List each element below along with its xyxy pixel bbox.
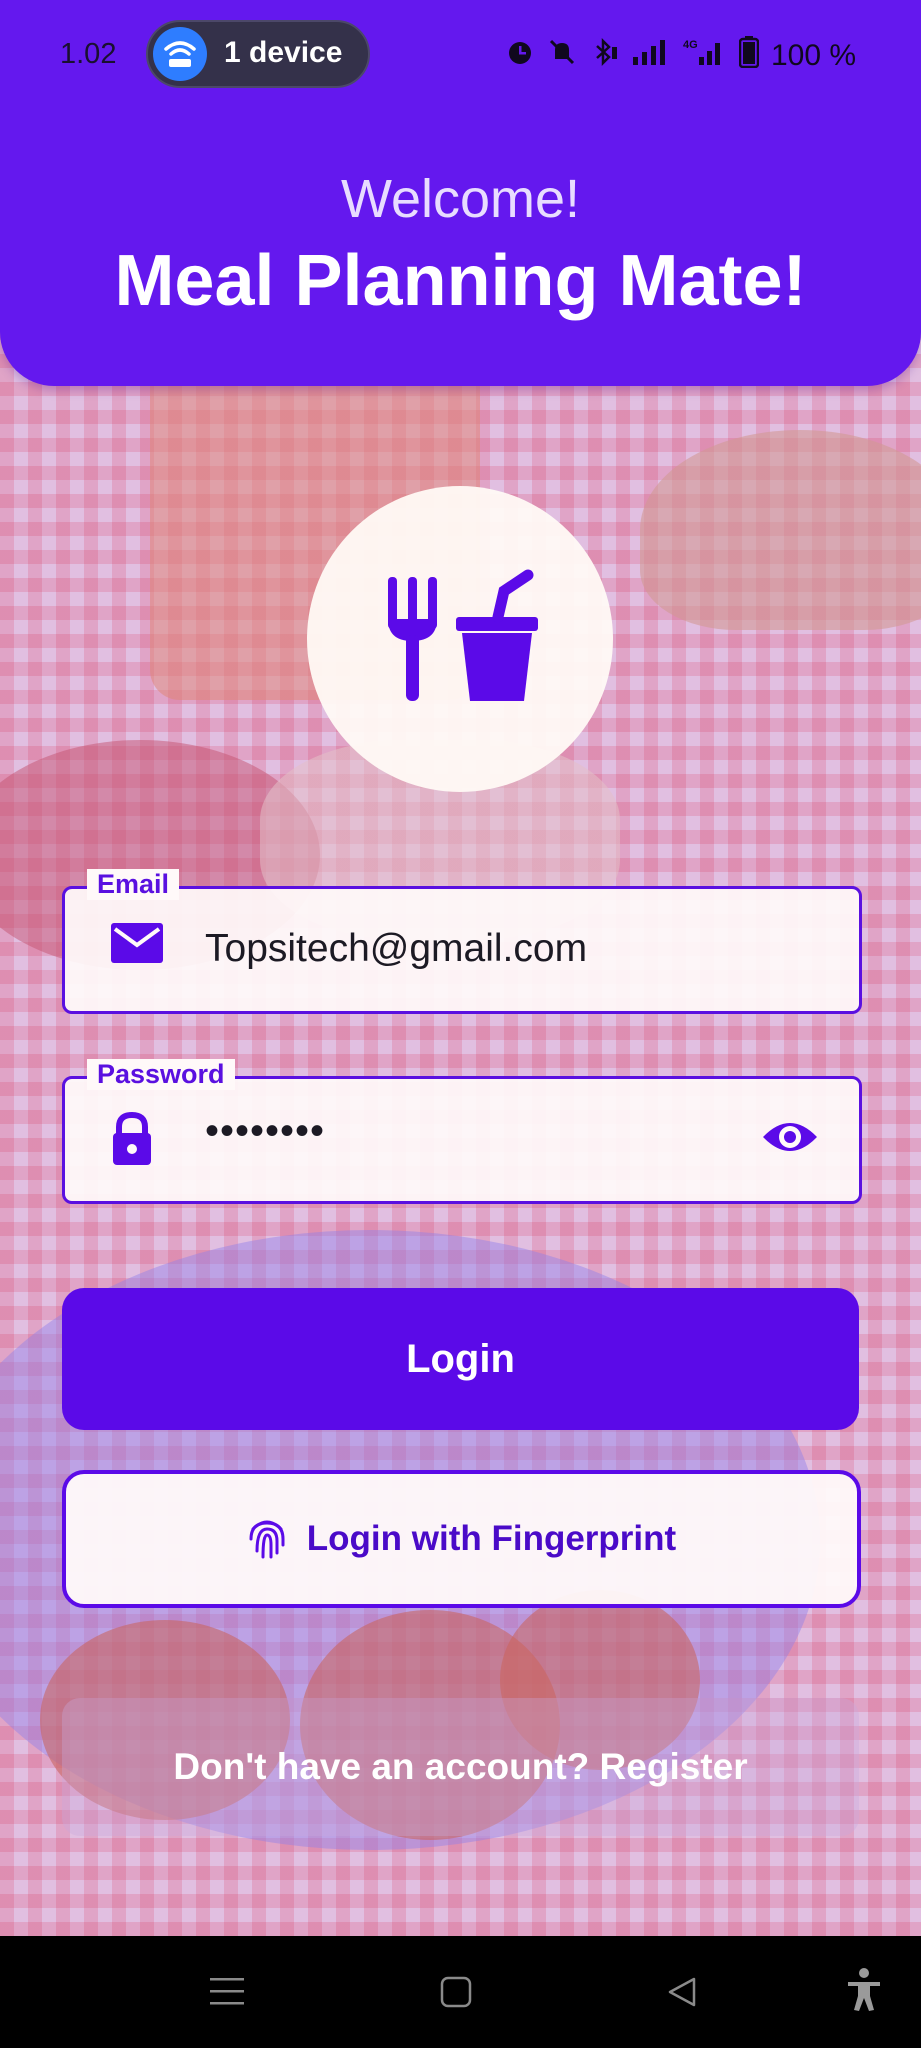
- app-logo: [307, 486, 613, 792]
- fingerprint-icon: [247, 1515, 287, 1564]
- status-bar: 1.02 1 device 4G 100 %: [0, 20, 921, 88]
- connected-devices-pill[interactable]: 1 device: [146, 20, 370, 88]
- app-title: Meal Planning Mate!: [114, 241, 807, 321]
- welcome-text: Welcome!: [340, 169, 581, 229]
- bluetooth-icon: [589, 37, 619, 74]
- register-link[interactable]: Don't have an account? Register: [62, 1698, 859, 1836]
- fork-icon: [388, 577, 437, 701]
- email-field[interactable]: Email Topsitech@gmail.com: [62, 869, 862, 1014]
- register-text: Don't have an account? Register: [173, 1746, 748, 1787]
- hotspot-icon: [153, 27, 207, 81]
- fingerprint-login-label: Login with Fingerprint: [306, 1519, 677, 1558]
- menu-icon[interactable]: [210, 1976, 244, 2011]
- mail-icon: [109, 921, 165, 970]
- lock-icon: [109, 1111, 155, 1172]
- svg-text:4G: 4G: [683, 39, 698, 51]
- password-label: Password: [87, 1059, 235, 1090]
- accessibility-icon[interactable]: [846, 1968, 882, 2017]
- fork-and-drink-icon: [388, 569, 538, 701]
- app-screen: 1.02 1 device 4G 100 % Welcome! Meal Pla…: [0, 0, 921, 1936]
- back-triangle-icon[interactable]: [666, 1976, 698, 2013]
- silent-bell-icon: [547, 37, 577, 74]
- eye-icon[interactable]: [761, 1117, 819, 1162]
- battery-percentage: 100 %: [771, 38, 857, 72]
- 4g-signal-icon: 4G: [683, 37, 727, 74]
- system-nav-bar: [0, 1936, 921, 2048]
- email-label: Email: [87, 869, 180, 900]
- status-time: 1.02: [60, 38, 117, 70]
- home-square-icon[interactable]: [440, 1976, 472, 2013]
- status-icons: 4G 100 %: [505, 36, 856, 75]
- signal-icon: [631, 37, 671, 74]
- welcome-header: 1.02 1 device 4G 100 % Welcome! Meal Pla…: [0, 0, 921, 386]
- battery-icon: [738, 36, 760, 75]
- password-input[interactable]: ••••••••: [205, 1109, 325, 1154]
- alarm-icon: [505, 37, 535, 74]
- email-input[interactable]: Topsitech@gmail.com: [205, 927, 587, 971]
- fingerprint-login-button[interactable]: Login with Fingerprint: [62, 1470, 861, 1608]
- login-button[interactable]: Login: [62, 1288, 859, 1430]
- device-count-label: 1 device: [224, 36, 343, 69]
- password-field[interactable]: Password ••••••••: [62, 1059, 862, 1204]
- drink-cup-icon: [456, 569, 538, 701]
